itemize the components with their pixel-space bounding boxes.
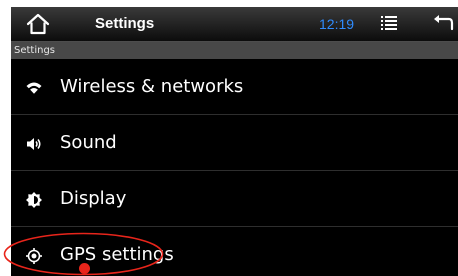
settings-item-wireless[interactable]: Wireless & networks <box>11 60 458 115</box>
back-icon <box>434 15 454 31</box>
menu-icon <box>381 16 397 30</box>
menu-button[interactable] <box>380 14 398 32</box>
settings-item-sound[interactable]: Sound <box>11 116 458 171</box>
settings-item-display[interactable]: Display <box>11 172 458 227</box>
brightness-icon <box>26 192 42 208</box>
back-button[interactable] <box>432 14 454 34</box>
status-bar: Settings 12:19 <box>11 7 458 42</box>
home-icon <box>26 13 50 35</box>
speaker-icon <box>27 138 41 150</box>
settings-item-label: Display <box>60 188 127 209</box>
settings-item-label: Wireless & networks <box>60 76 244 97</box>
tap-indicator-dot <box>79 263 90 274</box>
section-header: Settings <box>11 42 458 59</box>
clock: 12:19 <box>319 16 355 32</box>
wifi-icon <box>26 82 42 94</box>
settings-item-label: Sound <box>60 132 117 153</box>
home-button[interactable] <box>25 12 51 36</box>
app-title: Settings <box>95 15 155 32</box>
